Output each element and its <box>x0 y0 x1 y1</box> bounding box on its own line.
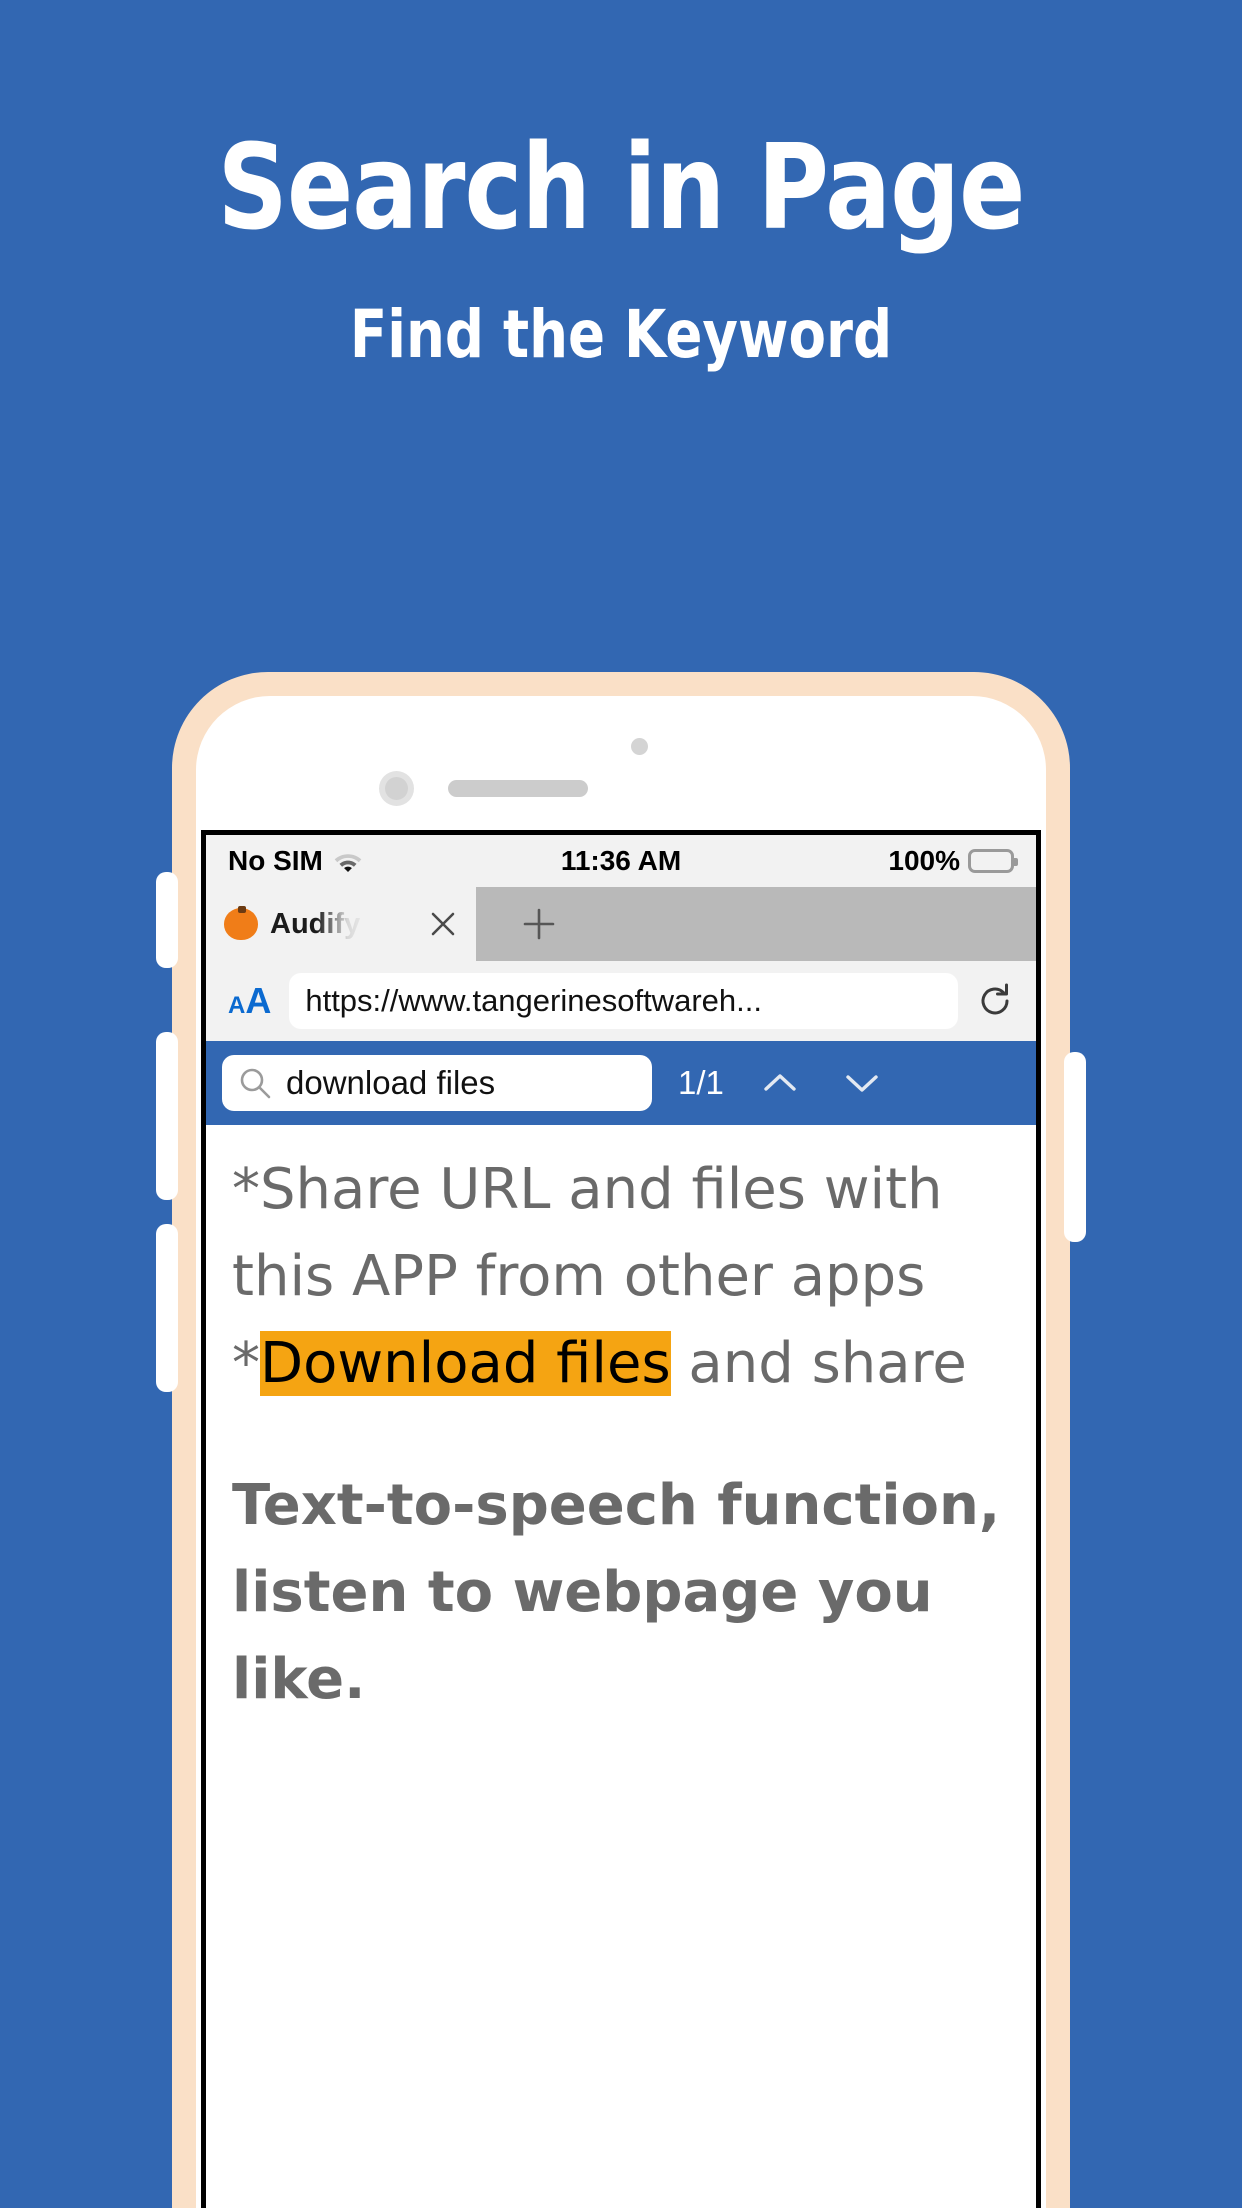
content-paragraph-2: *Download files and share <box>232 1321 1010 1408</box>
browser-tab-audify[interactable]: Audify <box>206 887 476 961</box>
content-paragraph-3: Text-to-speech function, listen to webpa… <box>232 1473 1001 1712</box>
status-bar: No SIM 11:36 AM 100% <box>206 835 1036 887</box>
reload-button[interactable] <box>972 978 1018 1024</box>
page-title: Search in Page <box>217 118 1026 256</box>
battery-percent-label: 100% <box>888 845 960 876</box>
battery-full-icon <box>968 849 1018 873</box>
chevron-up-icon[interactable] <box>754 1063 806 1103</box>
plus-icon <box>523 908 555 940</box>
close-icon[interactable] <box>428 909 458 939</box>
address-bar-row: AA https://www.tangerinesoftwareh... <box>206 961 1036 1041</box>
promo-header: Search in Page Find the Keyword <box>0 0 1242 368</box>
power-button[interactable] <box>1064 1052 1086 1242</box>
content-paragraph-1: *Share URL and files with this APP from … <box>232 1157 943 1309</box>
url-input[interactable]: https://www.tangerinesoftwareh... <box>289 973 958 1029</box>
find-match-count: 1/1 <box>678 1064 724 1101</box>
text-size-button[interactable]: AA <box>224 980 275 1022</box>
paragraph-2-suffix: and share <box>670 1330 967 1396</box>
reload-icon <box>981 983 1009 1015</box>
mute-switch-button[interactable] <box>156 872 178 968</box>
webpage-content: *Share URL and files with this APP from … <box>206 1125 1036 2208</box>
phone-body: No SIM 11:36 AM 100% Audify A A https://… <box>196 696 1046 2208</box>
volume-down-button[interactable] <box>156 1224 178 1392</box>
find-input[interactable]: download files <box>286 1064 495 1102</box>
new-tab-button[interactable] <box>476 887 1036 961</box>
earpiece-speaker-icon <box>448 780 588 797</box>
find-in-page-bar: download files 1/1 <box>206 1041 1036 1125</box>
asterisk-prefix: * <box>232 1330 260 1396</box>
page-subtitle: Find the Keyword <box>349 296 893 373</box>
search-icon <box>240 1068 271 1099</box>
tangerine-icon <box>224 906 258 940</box>
status-bar-right: 100% <box>888 845 1018 877</box>
tab-title-label: Audify <box>270 907 361 940</box>
proximity-sensor-icon <box>631 738 648 755</box>
phone-device-frame: No SIM 11:36 AM 100% Audify A A https://… <box>156 672 1086 2208</box>
search-highlight: Download files <box>260 1330 671 1396</box>
browser-tab-bar: Audify <box>206 887 1036 961</box>
volume-up-button[interactable] <box>156 1032 178 1200</box>
phone-screen: No SIM 11:36 AM 100% Audify A A https://… <box>201 830 1041 2208</box>
chevron-down-icon[interactable] <box>836 1063 888 1103</box>
find-input-wrapper[interactable]: download files <box>222 1055 652 1111</box>
text-size-small-label: A <box>228 992 246 1019</box>
text-size-large-label: A <box>245 980 272 1021</box>
front-camera-icon <box>379 771 414 806</box>
